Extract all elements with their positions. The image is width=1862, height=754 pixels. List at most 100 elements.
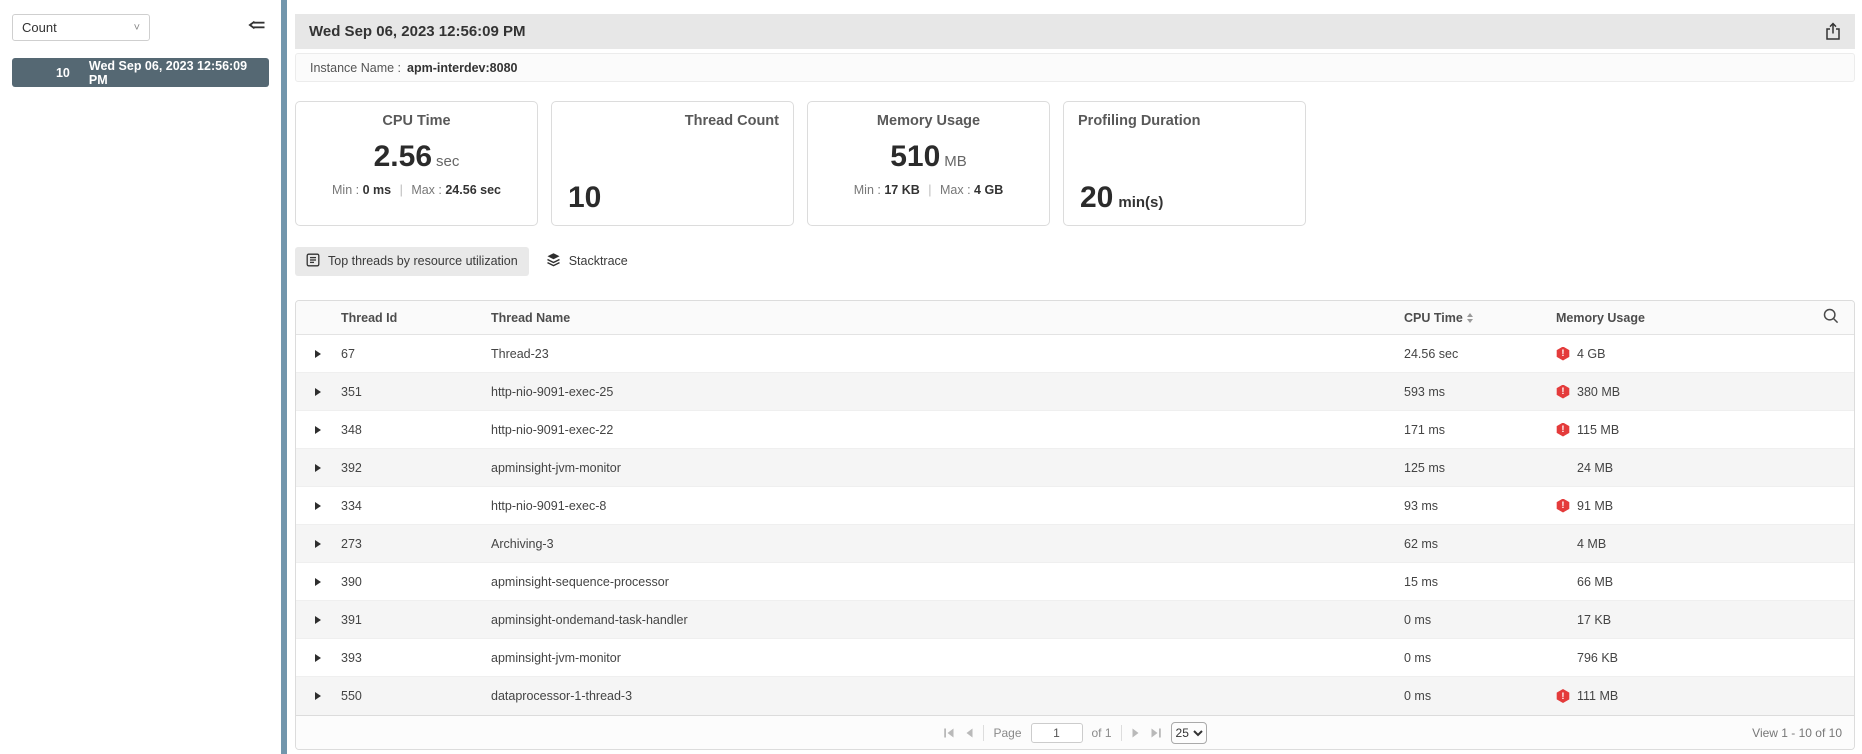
snapshot-sidebar: Count ˅ 10 Wed Sep 06, 2023 12:56:09 PM	[0, 0, 281, 754]
cpu-time-minmax: Min : 0 ms | Max : 24.56 sec	[310, 183, 523, 197]
profiling-duration-value: 20	[1080, 181, 1113, 214]
prev-page-icon[interactable]	[964, 727, 974, 739]
table-row[interactable]: 390 apminsight-sequence-processor 15 ms …	[296, 563, 1854, 601]
cell-cpu-time: 62 ms	[1404, 537, 1556, 551]
profiling-duration-unit: min(s)	[1118, 194, 1163, 211]
cell-thread-name: Thread-23	[491, 347, 1404, 361]
threads-table-body: 67 Thread-23 24.56 sec !4 GB 351 http-ni…	[296, 335, 1854, 715]
row-expand-icon[interactable]	[315, 350, 321, 358]
cell-memory-usage: 115 MB	[1577, 423, 1619, 437]
cell-cpu-time: 125 ms	[1404, 461, 1556, 475]
table-row[interactable]: 550 dataprocessor-1-thread-3 0 ms !111 M…	[296, 677, 1854, 715]
page-size-select[interactable]: 25	[1171, 722, 1207, 744]
table-row[interactable]: 348 http-nio-9091-exec-22 171 ms !115 MB	[296, 411, 1854, 449]
page-number-input[interactable]	[1031, 723, 1083, 743]
cpu-time-value: 2.56	[374, 140, 432, 173]
cell-memory-usage: 111 MB	[1577, 689, 1618, 703]
cell-thread-name: Archiving-3	[491, 537, 1404, 551]
table-row[interactable]: 273 Archiving-3 62 ms !4 MB	[296, 525, 1854, 563]
threads-table-header: Thread Id Thread Name CPU Time Memory Us…	[296, 301, 1854, 335]
row-expand-icon[interactable]	[315, 464, 321, 472]
row-expand-icon[interactable]	[315, 654, 321, 662]
snapshot-timestamp: Wed Sep 06, 2023 12:56:09 PM	[89, 59, 269, 87]
row-expand-icon[interactable]	[315, 616, 321, 624]
cell-memory-usage: 24 MB	[1577, 461, 1613, 475]
table-row[interactable]: 334 http-nio-9091-exec-8 93 ms !91 MB	[296, 487, 1854, 525]
cell-memory-usage: 4 GB	[1577, 347, 1606, 361]
tab-stacktrace[interactable]: Stacktrace	[535, 246, 639, 276]
metric-dropdown-value: Count	[22, 20, 57, 35]
table-row[interactable]: 391 apminsight-ondemand-task-handler 0 m…	[296, 601, 1854, 639]
thread-count-card-title: Thread Count	[566, 113, 779, 129]
pager-separator	[983, 725, 984, 741]
search-icon	[1823, 308, 1839, 327]
cell-memory-usage: 66 MB	[1577, 575, 1613, 589]
cell-thread-name: apminsight-ondemand-task-handler	[491, 613, 1404, 627]
cpu-time-card-title: CPU Time	[310, 113, 523, 129]
cell-cpu-time: 0 ms	[1404, 689, 1556, 703]
row-expand-icon[interactable]	[315, 692, 321, 700]
cpu-time-card: CPU Time 2.56sec Min : 0 ms | Max : 24.5…	[295, 101, 538, 226]
cell-thread-name: apminsight-sequence-processor	[491, 575, 1404, 589]
col-thread-id: Thread Id	[341, 311, 491, 325]
table-row[interactable]: 392 apminsight-jvm-monitor 125 ms !24 MB	[296, 449, 1854, 487]
tab-stacktrace-label: Stacktrace	[569, 254, 628, 268]
last-page-icon[interactable]	[1150, 727, 1162, 739]
tab-top-threads-label: Top threads by resource utilization	[328, 254, 518, 268]
metric-cards: CPU Time 2.56sec Min : 0 ms | Max : 24.5…	[295, 101, 1855, 226]
table-search-button[interactable]	[1806, 308, 1854, 327]
memory-max-value: 4 GB	[974, 183, 1003, 197]
thread-count-value: 10	[568, 181, 601, 214]
next-page-icon[interactable]	[1131, 727, 1141, 739]
table-row[interactable]: 67 Thread-23 24.56 sec !4 GB	[296, 335, 1854, 373]
memory-alert-icon: !	[1556, 385, 1570, 399]
cell-thread-id: 348	[341, 423, 491, 437]
main-content: Wed Sep 06, 2023 12:56:09 PM Instance Na…	[287, 0, 1862, 754]
cell-thread-name: http-nio-9091-exec-25	[491, 385, 1404, 399]
page-header: Wed Sep 06, 2023 12:56:09 PM	[295, 14, 1855, 49]
metric-dropdown[interactable]: Count ˅	[12, 14, 150, 41]
cell-memory-usage: 17 KB	[1577, 613, 1611, 627]
cell-cpu-time: 593 ms	[1404, 385, 1556, 399]
cell-thread-name: apminsight-jvm-monitor	[491, 651, 1404, 665]
cell-thread-id: 393	[341, 651, 491, 665]
share-button[interactable]	[1825, 22, 1841, 41]
snapshot-count: 10	[12, 66, 70, 80]
instance-name-row: Instance Name : apm-interdev:8080	[295, 53, 1855, 82]
tab-top-threads[interactable]: Top threads by resource utilization	[295, 247, 529, 276]
cell-thread-id: 550	[341, 689, 491, 703]
snapshot-list-item[interactable]: 10 Wed Sep 06, 2023 12:56:09 PM	[12, 58, 269, 87]
cell-cpu-time: 171 ms	[1404, 423, 1556, 437]
first-page-icon[interactable]	[943, 727, 955, 739]
row-expand-icon[interactable]	[315, 578, 321, 586]
cell-thread-id: 391	[341, 613, 491, 627]
page-label: Page	[993, 726, 1021, 740]
row-expand-icon[interactable]	[315, 388, 321, 396]
collapse-sidebar-button[interactable]	[247, 15, 267, 40]
sort-icon	[1467, 313, 1473, 323]
table-row[interactable]: 351 http-nio-9091-exec-25 593 ms !380 MB	[296, 373, 1854, 411]
threads-table: Thread Id Thread Name CPU Time Memory Us…	[295, 300, 1855, 750]
cell-thread-id: 67	[341, 347, 491, 361]
cell-thread-id: 273	[341, 537, 491, 551]
cell-thread-id: 351	[341, 385, 491, 399]
layers-icon	[546, 252, 561, 270]
memory-usage-minmax: Min : 17 KB | Max : 4 GB	[822, 183, 1035, 197]
cell-thread-name: dataprocessor-1-thread-3	[491, 689, 1404, 703]
cell-cpu-time: 93 ms	[1404, 499, 1556, 513]
col-memory-usage: Memory Usage	[1556, 311, 1806, 325]
cell-thread-id: 392	[341, 461, 491, 475]
cell-memory-usage: 91 MB	[1577, 499, 1613, 513]
row-expand-icon[interactable]	[315, 540, 321, 548]
col-cpu-time[interactable]: CPU Time	[1404, 311, 1556, 325]
table-footer: Page of 1 25 View 1 - 10 of 10	[296, 715, 1854, 749]
cell-cpu-time: 15 ms	[1404, 575, 1556, 589]
table-row[interactable]: 393 apminsight-jvm-monitor 0 ms !796 KB	[296, 639, 1854, 677]
collapse-sidebar-icon	[247, 15, 267, 40]
row-expand-icon[interactable]	[315, 502, 321, 510]
row-expand-icon[interactable]	[315, 426, 321, 434]
pager-separator	[1121, 725, 1122, 741]
cell-thread-id: 390	[341, 575, 491, 589]
cell-thread-name: http-nio-9091-exec-22	[491, 423, 1404, 437]
cpu-time-unit: sec	[436, 153, 459, 170]
